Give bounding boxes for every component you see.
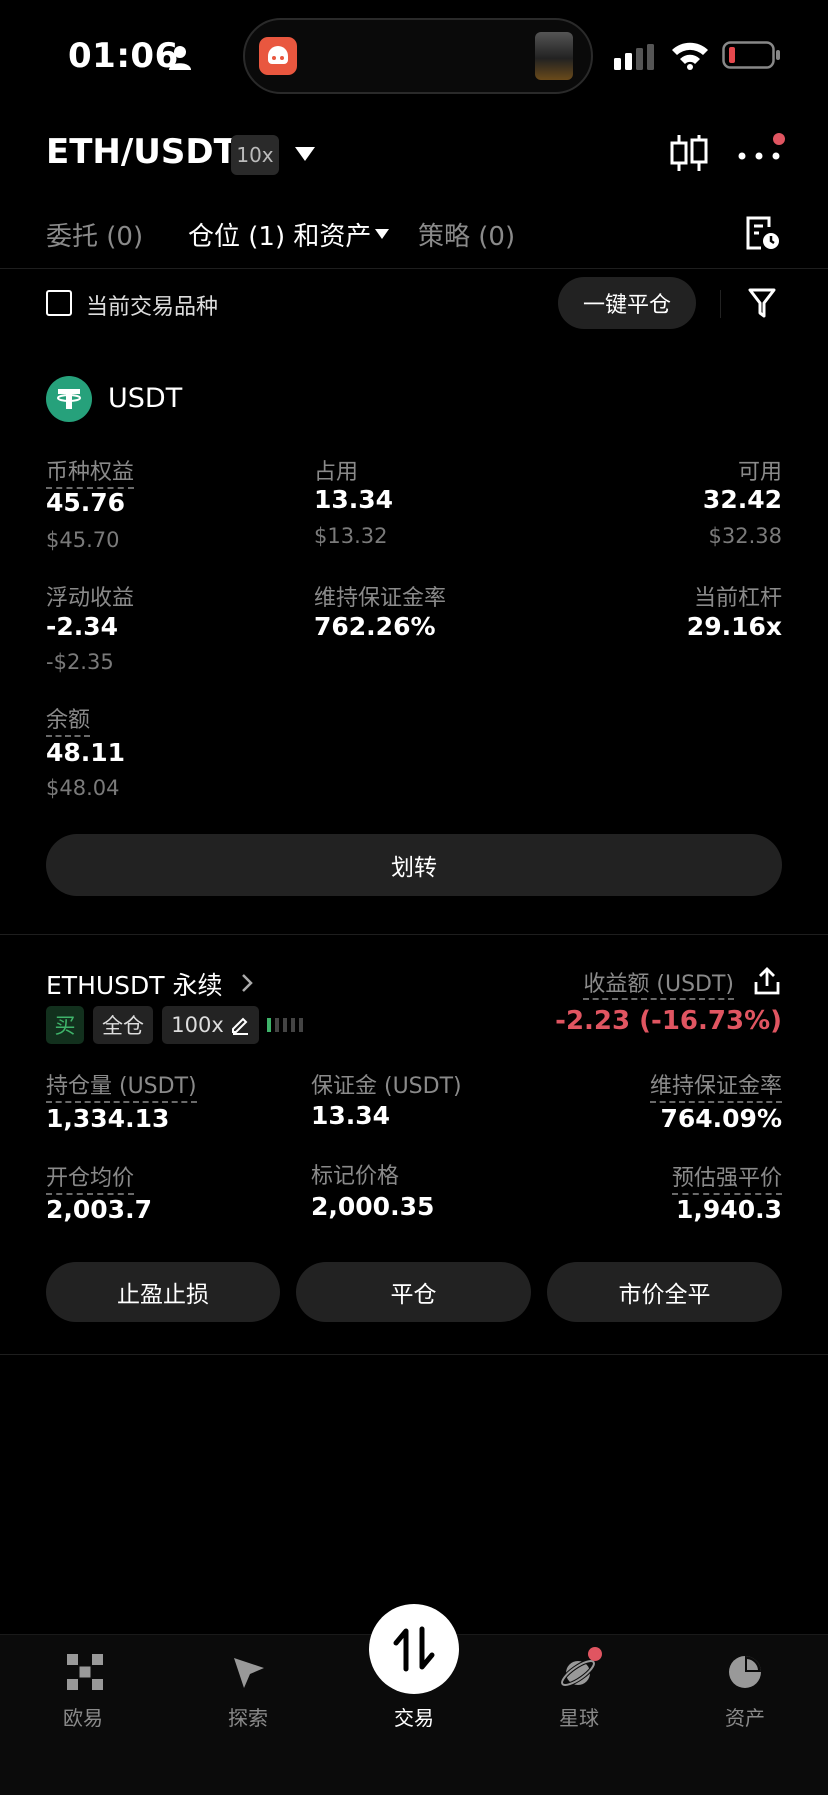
- maint-margin-label: 维持保证金率: [314, 586, 447, 611]
- cellular-signal-icon: [614, 44, 654, 70]
- occupied-usd: $13.32: [314, 524, 388, 548]
- avg-entry-label[interactable]: 开仓均价: [46, 1160, 135, 1195]
- more-icon[interactable]: [736, 140, 782, 170]
- maint-margin-value: 762.26%: [314, 612, 436, 641]
- position-title[interactable]: ETHUSDT 永续: [46, 966, 223, 1002]
- edit-icon[interactable]: [230, 1015, 250, 1035]
- position-size-label[interactable]: 持仓量 (USDT): [46, 1068, 197, 1103]
- tab-divider: [0, 268, 828, 269]
- balance-value: 48.11: [46, 738, 126, 767]
- floating-pnl-label: 浮动收益: [46, 586, 135, 611]
- tp-sl-button[interactable]: 止盈止损: [46, 1262, 280, 1322]
- balance-label[interactable]: 余额: [46, 702, 91, 737]
- notification-dot: [773, 133, 785, 145]
- nav-label-planet[interactable]: 星球: [519, 1702, 639, 1731]
- available-label: 可用: [737, 460, 782, 485]
- wifi-icon: [672, 42, 708, 70]
- current-leverage-label: 当前杠杆: [693, 586, 782, 611]
- margin-value: 13.34: [311, 1101, 391, 1130]
- transfer-button[interactable]: 划转: [46, 834, 782, 896]
- person-icon: [169, 46, 191, 70]
- asset-currency: USDT: [108, 383, 183, 414]
- share-icon[interactable]: [752, 966, 782, 996]
- filter-icon[interactable]: [748, 288, 776, 318]
- chevron-right-icon[interactable]: [240, 973, 254, 993]
- current-pair-checkbox[interactable]: [46, 290, 72, 316]
- pie-chart-icon[interactable]: [725, 1652, 765, 1692]
- leverage-badge[interactable]: 10x: [231, 135, 279, 175]
- liq-price-label[interactable]: 预估强平价: [671, 1160, 782, 1195]
- close-all-button[interactable]: 一键平仓: [558, 277, 696, 329]
- balance-usd: $48.04: [46, 776, 120, 800]
- leverage-tag-label: 100x: [171, 1013, 224, 1037]
- available-usd: $32.38: [708, 524, 782, 548]
- trade-swap-icon[interactable]: [369, 1604, 459, 1694]
- caret-down-icon[interactable]: [375, 229, 389, 239]
- avg-entry-value: 2,003.7: [46, 1195, 152, 1224]
- floating-pnl-value: -2.34: [46, 612, 119, 641]
- tab-strategy[interactable]: 策略 (0): [418, 216, 515, 253]
- equity-label[interactable]: 币种权益: [46, 454, 135, 489]
- section-divider: [0, 934, 828, 935]
- margin-label: 保证金 (USDT): [311, 1074, 462, 1099]
- separator: [720, 290, 721, 318]
- candlestick-chart-icon[interactable]: [668, 132, 710, 174]
- mark-price-label: 标记价格: [311, 1164, 400, 1189]
- media-thumbnail: [535, 32, 573, 80]
- nav-label-explore[interactable]: 探索: [188, 1702, 308, 1731]
- caret-down-icon[interactable]: [294, 146, 316, 162]
- okx-logo-icon[interactable]: [65, 1652, 105, 1692]
- usdt-logo-icon: [46, 376, 92, 422]
- current-leverage-value: 29.16x: [686, 612, 782, 641]
- close-position-button[interactable]: 平仓: [296, 1262, 531, 1322]
- app-icon: [259, 37, 297, 75]
- leverage-tag[interactable]: 100x: [162, 1006, 259, 1044]
- equity-usd: $45.70: [46, 528, 120, 552]
- nav-label-okx[interactable]: 欧易: [23, 1702, 143, 1731]
- pnl-label[interactable]: 收益额 (USDT): [583, 966, 734, 1000]
- pnl-value: -2.23 (-16.73%): [555, 1006, 782, 1036]
- order-history-icon[interactable]: [745, 214, 781, 252]
- available-value: 32.42: [702, 485, 782, 514]
- compass-icon[interactable]: [228, 1652, 268, 1692]
- checkbox-label[interactable]: 当前交易品种: [86, 289, 218, 321]
- status-time: 01:06: [68, 36, 179, 76]
- occupied-label: 占用: [314, 460, 359, 485]
- position-mmr-value: 764.09%: [660, 1104, 782, 1133]
- section-divider: [0, 1354, 828, 1355]
- margin-mode-tag: 全仓: [93, 1006, 153, 1044]
- mark-price-value: 2,000.35: [311, 1192, 435, 1221]
- dynamic-island[interactable]: [243, 18, 593, 94]
- liq-price-value: 1,940.3: [676, 1195, 782, 1224]
- nav-label-trade[interactable]: 交易: [354, 1702, 474, 1731]
- market-close-button[interactable]: 市价全平: [547, 1262, 782, 1322]
- status-bar: 01:06: [0, 0, 828, 110]
- tab-orders[interactable]: 委托 (0): [46, 216, 143, 253]
- equity-value: 45.76: [46, 488, 126, 517]
- occupied-value: 13.34: [314, 485, 394, 514]
- floating-pnl-usd: -$2.35: [46, 650, 114, 674]
- position-mmr-label[interactable]: 维持保证金率: [649, 1068, 782, 1103]
- pair-title[interactable]: ETH/USDT: [46, 132, 237, 172]
- notification-dot: [588, 1647, 602, 1661]
- battery-icon: [722, 41, 780, 69]
- tab-positions[interactable]: 仓位 (1) 和资产: [188, 216, 371, 253]
- nav-label-assets[interactable]: 资产: [685, 1702, 805, 1731]
- adl-indicator-icon: [267, 1018, 303, 1032]
- position-size-value: 1,334.13: [46, 1104, 170, 1133]
- side-tag: 买: [46, 1006, 84, 1044]
